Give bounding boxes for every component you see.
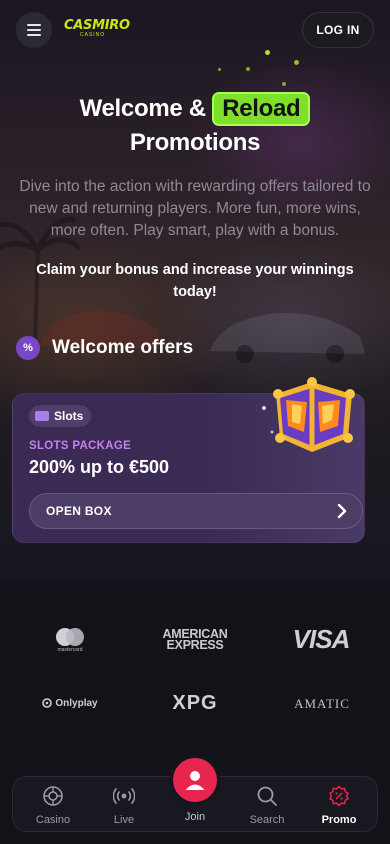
mystery-box-icon <box>262 377 355 452</box>
amatic-logo: AMATIC <box>294 696 350 711</box>
offer-amount: 200% up to €500 <box>29 457 170 477</box>
slots-tag: Slots <box>29 405 92 427</box>
sparkle-decoration <box>282 82 286 86</box>
menu-button[interactable] <box>16 12 52 48</box>
amex-line-2: EXPRESS <box>166 638 224 652</box>
sparkle-decoration <box>218 68 221 71</box>
logo-text: CASMIRO <box>64 18 130 33</box>
onlyplay-mark-icon <box>42 698 53 708</box>
amex-logo: AMERICAN EXPRESS <box>158 628 232 652</box>
car-silhouette <box>210 312 365 363</box>
hamburger-icon <box>27 24 41 36</box>
visa-logo: VISA <box>292 623 351 654</box>
section-title: Welcome offers <box>52 337 194 358</box>
package-label: SLOTS PACKAGE <box>29 440 132 452</box>
open-box-label: OPEN BOX <box>46 504 112 518</box>
slot-machine-icon <box>35 411 49 421</box>
onlyplay-logo: Onlyplay <box>38 696 102 710</box>
title-highlight-badge: Reload <box>212 92 311 126</box>
sparkle-decoration <box>246 67 250 71</box>
nav-item-live[interactable]: Live <box>94 785 154 826</box>
mastercard-text: mastercard <box>57 647 83 653</box>
page: CASMIRO CASINO LOG IN Welcome & Reload P… <box>0 0 390 844</box>
sparkle-decoration <box>265 50 270 55</box>
live-broadcast-icon <box>112 787 136 805</box>
user-icon <box>185 771 205 790</box>
roulette-icon <box>43 786 63 806</box>
slots-tag-label: Slots <box>54 409 84 423</box>
onlyplay-text: Onlyplay <box>55 697 98 709</box>
mastercard-circles-icon <box>56 628 84 646</box>
nav-label-casino: Casino <box>35 814 71 826</box>
search-icon <box>257 786 277 806</box>
join-button[interactable] <box>170 755 220 805</box>
chevron-right-icon <box>337 503 347 519</box>
nav-item-casino[interactable]: Casino <box>23 785 83 826</box>
xpg-logo: XPG <box>172 691 218 714</box>
promo-badge-icon <box>329 785 349 807</box>
nav-item-search[interactable]: Search <box>237 785 297 826</box>
nav-label-live: Live <box>113 814 135 826</box>
mastercard-logo: mastercard <box>48 624 92 656</box>
login-button[interactable]: LOG IN <box>302 12 374 48</box>
hero-claim-text: Claim your bonus and increase your winni… <box>36 262 354 300</box>
casmiro-logo[interactable]: CASMIRO CASINO <box>64 18 130 44</box>
top-header: CASMIRO CASINO LOG IN <box>0 0 390 60</box>
hero-subtitle: Dive into the action with rewarding offe… <box>19 178 371 239</box>
page-title: Welcome & Reload Promotions <box>0 92 390 160</box>
nav-label-search: Search <box>249 814 285 826</box>
nav-item-promo[interactable]: Promo <box>309 785 369 826</box>
sparkle-decoration <box>294 60 299 65</box>
welcome-offers-heading: % Welcome offers <box>16 336 193 360</box>
nav-label-promo: Promo <box>321 814 357 826</box>
title-part-2: Promotions <box>129 129 261 156</box>
open-box-button[interactable]: OPEN BOX <box>29 493 363 529</box>
nav-label-join[interactable]: Join <box>165 811 225 823</box>
title-part-1: Welcome & <box>79 95 207 122</box>
percent-icon: % <box>16 336 40 360</box>
